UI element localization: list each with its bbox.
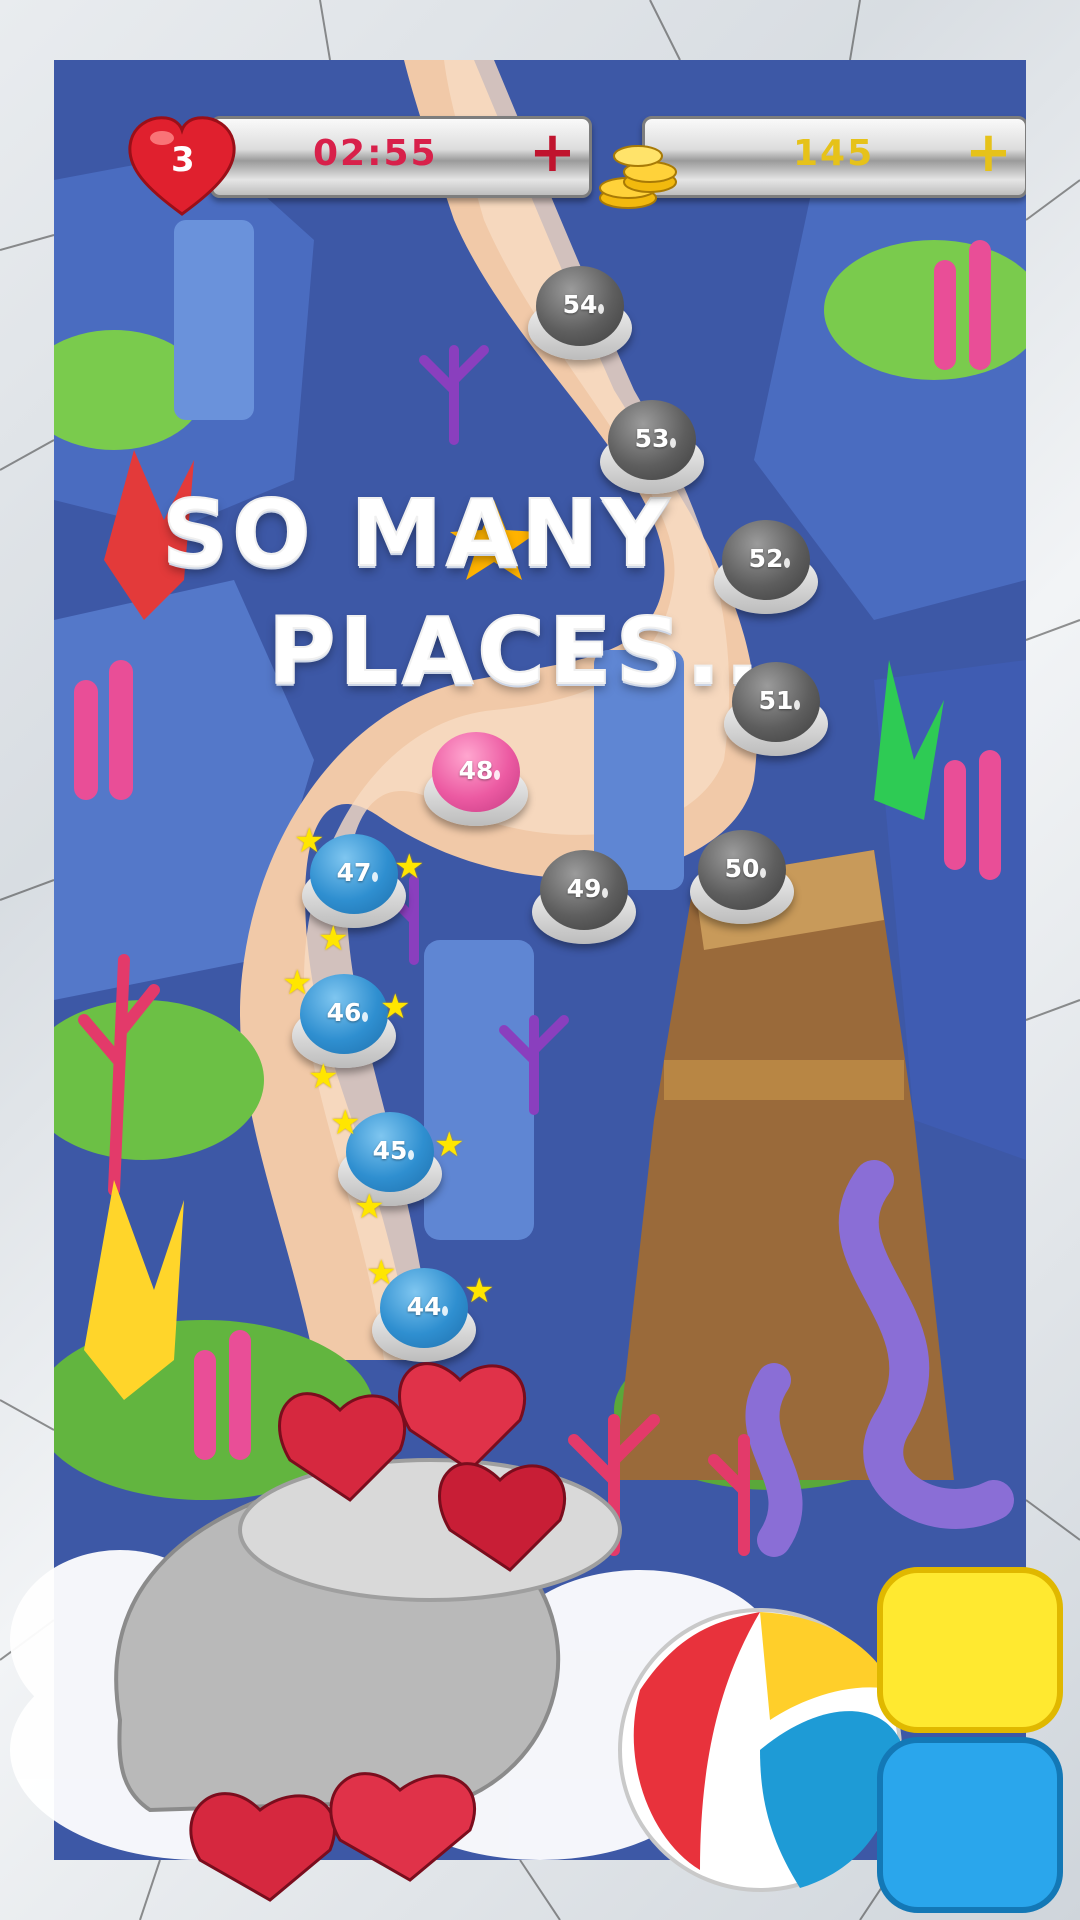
bowl-icon bbox=[238, 1458, 622, 1602]
blue-block-icon bbox=[877, 1737, 1063, 1913]
beach-ball-icon bbox=[618, 1608, 902, 1892]
yellow-block-icon bbox=[877, 1567, 1063, 1733]
foreground-decoration bbox=[10, 1362, 1063, 1913]
